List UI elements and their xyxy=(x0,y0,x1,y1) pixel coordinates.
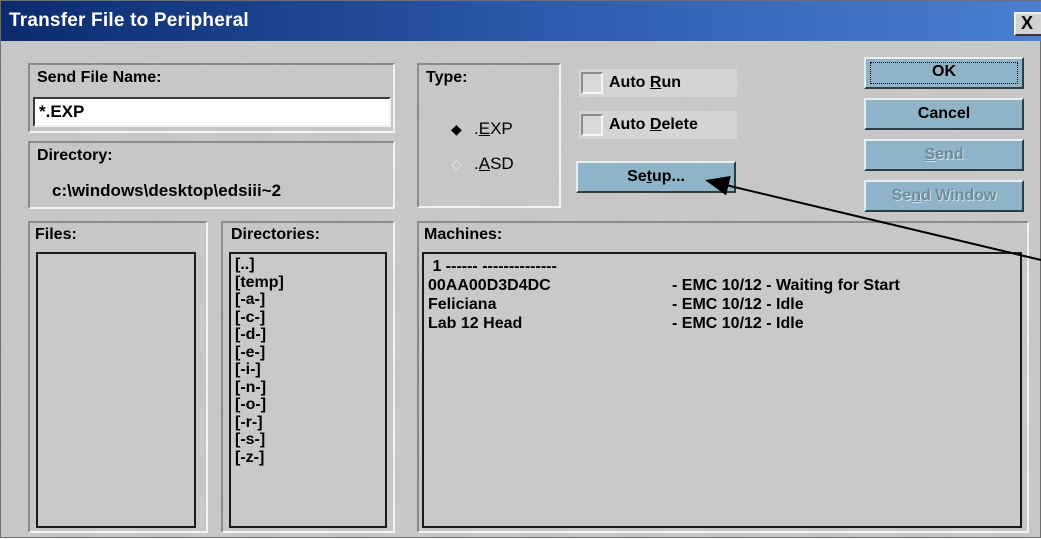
transfer-dialog: Transfer File to Peripheral X Send File … xyxy=(0,0,1041,538)
files-list[interactable] xyxy=(36,252,196,528)
machine-name-1[interactable]: 00AA00D3D4DC xyxy=(428,277,551,295)
directories-list[interactable]: [..] [temp] [-a-] [-c-] [-d-] [-e-] [-i-… xyxy=(229,252,387,528)
send-file-label: Send File Name: xyxy=(37,69,162,86)
machines-list[interactable]: 1 ------ -------------- 00AA00D3D4DC - E… xyxy=(422,252,1022,528)
ok-button[interactable]: OK xyxy=(864,57,1024,89)
send-file-value: *.EXP xyxy=(39,102,85,121)
send-window-button[interactable]: Send Window xyxy=(864,180,1024,212)
auto-delete-label[interactable]: Auto Delete xyxy=(609,116,698,134)
auto-run-checkbox[interactable] xyxy=(581,72,603,94)
send-file-input[interactable]: *.EXP xyxy=(33,97,391,127)
list-item[interactable]: [-r-] xyxy=(235,414,284,432)
type-label: Type: xyxy=(426,69,468,86)
cancel-button[interactable]: Cancel xyxy=(864,98,1024,130)
radio-unselected-icon[interactable]: ◇ xyxy=(451,156,462,173)
machine-status-2: - EMC 10/12 - Idle xyxy=(672,296,804,313)
files-label: Files: xyxy=(35,226,77,243)
list-item[interactable]: [-a-] xyxy=(235,291,284,309)
list-item[interactable]: [..] xyxy=(235,256,284,274)
machine-name-0[interactable]: 1 ------ -------------- xyxy=(428,258,556,276)
radio-exp-label[interactable]: .EXP xyxy=(474,119,513,139)
list-item[interactable]: [-n-] xyxy=(235,379,284,397)
directory-group: Directory: c:\windows\desktop\edsiii~2 xyxy=(28,141,395,209)
window-title: Transfer File to Peripheral xyxy=(9,10,249,31)
list-item[interactable]: [-c-] xyxy=(235,309,284,327)
list-item[interactable]: [-d-] xyxy=(235,326,284,344)
list-item[interactable]: [-e-] xyxy=(235,344,284,362)
list-item[interactable]: [temp] xyxy=(235,274,284,292)
list-item[interactable]: [-s-] xyxy=(235,431,284,449)
setup-button[interactable]: Setup... xyxy=(576,161,736,193)
list-item[interactable]: [-i-] xyxy=(235,361,284,379)
list-item[interactable]: [-o-] xyxy=(235,396,284,414)
list-item[interactable]: [-z-] xyxy=(235,449,284,467)
machine-name-3[interactable]: Lab 12 Head xyxy=(428,315,522,333)
directories-label: Directories: xyxy=(231,226,320,243)
machine-status-3: - EMC 10/12 - Idle xyxy=(672,315,804,332)
machine-name-2[interactable]: Feliciana xyxy=(428,296,496,314)
close-icon[interactable]: X xyxy=(1014,12,1041,36)
radio-asd-label[interactable]: .ASD xyxy=(474,154,514,174)
title-bar[interactable]: Transfer File to Peripheral xyxy=(1,1,1041,41)
auto-run-label[interactable]: Auto Run xyxy=(609,74,681,92)
machines-label: Machines: xyxy=(424,226,503,243)
send-button[interactable]: Send xyxy=(864,139,1024,171)
auto-delete-checkbox[interactable] xyxy=(581,114,603,136)
machine-status-1: - EMC 10/12 - Waiting for Start xyxy=(672,277,900,294)
directory-path: c:\windows\desktop\edsiii~2 xyxy=(52,181,282,200)
radio-selected-icon[interactable]: ◆ xyxy=(451,121,462,138)
directory-label: Directory: xyxy=(37,147,113,164)
